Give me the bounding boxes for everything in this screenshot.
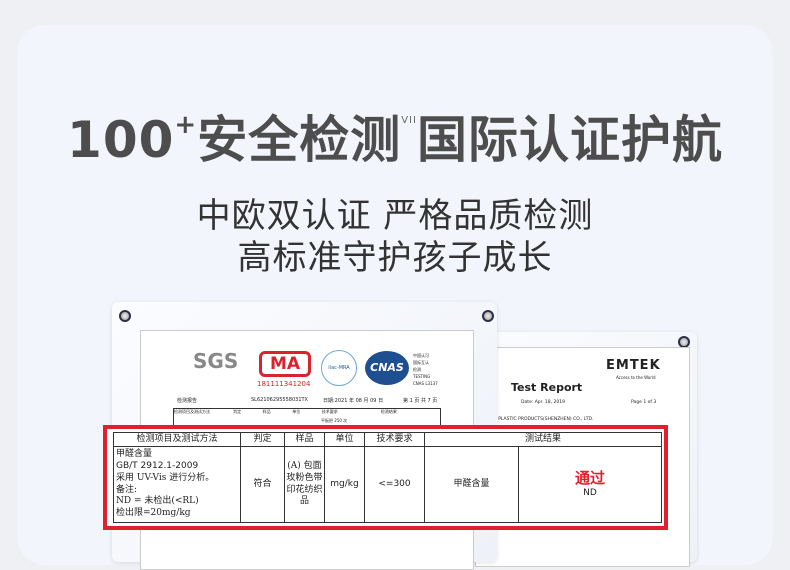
col-header: 检测项目及测试方法 [113,432,241,447]
emtek-logo: EMTEK [606,358,661,373]
col-header: 技术要求 [364,432,425,447]
col-header: 单位 [324,432,365,447]
item-line: GB/T 2912.1-2009 [116,461,199,472]
cma-text: MA [269,354,301,374]
item-line: ND = 未检出(<RL) [116,496,199,507]
pass-label: 通过 [574,468,605,487]
emtek-title: Test Report [511,381,583,394]
cnas-line: TESTING [413,374,431,379]
headline-mark: VII [401,115,417,126]
report-number: SL62106295558031TX [251,397,308,403]
result-cell: 通过 ND [518,446,662,523]
table-row: 甲醛含量 GB/T 2912.1-2009 采用 UV-Vis 进行分析。 备注… [113,446,662,523]
cma-number: 181111341204 [257,380,311,388]
item-line: 检出限=20mg/kg [116,507,191,518]
ilac-logo: ilac-MRA [321,350,357,386]
cnas-line: 国际互认 [413,360,429,365]
col-header: 判定 [240,432,285,447]
mini-row: 平板把 250 次 [321,418,348,423]
item-line: 甲醛含量 [116,449,153,460]
screw-icon [482,310,494,322]
headline-plus: + [174,110,198,140]
subtitle-line2: 高标准守护孩子成长 [237,238,553,278]
screw-icon [119,310,131,322]
report-date: 日期:2021 年 08 月 09 日 [323,398,384,404]
result-table: 检测项目及测试方法 判定 样品 单位 技术要求 测试结果 甲醛含量 GB/T 2… [113,432,662,523]
headline-part2: 国际认证护航 [416,111,723,169]
table-header-row: 检测项目及测试方法 判定 样品 单位 技术要求 测试结果 [113,432,662,447]
cnas-logo: CNAS [365,351,409,385]
result-item-cell: 甲醛含量 [424,446,519,523]
cnas-line: 中国认可 [413,353,429,358]
result-value: ND [583,488,597,499]
requirement-cell: <=300 [364,446,425,523]
item-line: 备注: [116,484,138,495]
cma-logo: MA [259,351,311,377]
sgs-logo: SGS [193,349,239,373]
headline-part1: 安全检测 [197,111,402,169]
report-label: 检测报告 [177,398,198,404]
col-header: 测试结果 [424,432,662,447]
cnas-text: 中国认可国际互认检测 TESTING CNAS L3137 [413,352,453,387]
headline: 100+安全检测VII国际认证护航 [0,100,790,172]
headline-number: 100 [67,111,175,169]
col-header: 样品 [284,432,325,447]
emtek-tagline: Access to the World [616,375,656,380]
emtek-date: Date: Apr. 18, 2019 [521,400,565,405]
emtek-page: Page 1 of 3 [631,400,657,405]
test-item-cell: 甲醛含量 GB/T 2912.1-2009 采用 UV-Vis 进行分析。 备注… [113,446,241,523]
cnas-line: CNAS L3137 [413,381,438,386]
cnas-line: 检测 [413,367,421,372]
sample-cell: (A) 包面玫粉色带印花纺织品 [284,446,325,523]
item-line: 采用 UV-Vis 进行分析。 [116,472,215,483]
report-page: 第 1 页 共 7 页 [403,398,438,404]
highlight-result-box: 检测项目及测试方法 判定 样品 单位 技术要求 测试结果 甲醛含量 GB/T 2… [103,425,668,530]
verdict-cell: 符合 [240,446,285,523]
unit-cell: mg/kg [324,446,365,523]
